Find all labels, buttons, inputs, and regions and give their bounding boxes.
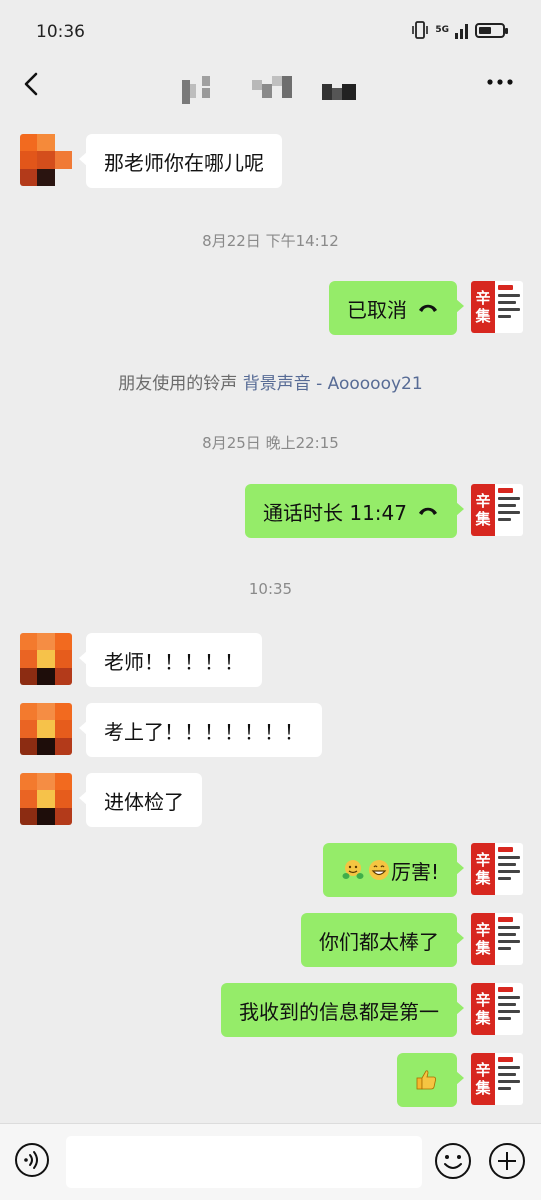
app-logo: 辛 集 bbox=[471, 1053, 495, 1105]
app-logo-lines bbox=[495, 843, 523, 895]
app-logo-lines bbox=[495, 983, 523, 1035]
avatar[interactable] bbox=[20, 773, 72, 825]
my-avatar[interactable]: 辛 集 bbox=[471, 484, 523, 536]
thumbs-up-icon bbox=[416, 1070, 436, 1090]
my-avatar[interactable]: 辛 集 bbox=[471, 843, 523, 895]
app-logo-char-1: 辛 bbox=[475, 289, 491, 307]
status-icons: 5G bbox=[411, 20, 508, 40]
chat-title-redacted bbox=[182, 76, 356, 104]
app-logo-char-1: 辛 bbox=[475, 851, 491, 869]
app-logo-char-1: 辛 bbox=[475, 1061, 491, 1079]
app-logo: 辛 集 bbox=[471, 484, 495, 536]
voice-input-icon[interactable] bbox=[14, 1142, 50, 1178]
app-logo-char-2: 集 bbox=[475, 1009, 491, 1027]
hugging-emoji-icon bbox=[342, 860, 364, 879]
my-avatar[interactable]: 辛 集 bbox=[471, 1053, 523, 1105]
timestamp: 10:35 bbox=[248, 580, 293, 598]
app-logo-char-2: 集 bbox=[475, 939, 491, 957]
message-bubble[interactable]: 那老师你在哪儿呢 bbox=[79, 134, 282, 188]
message-text: 厉害! bbox=[390, 859, 439, 884]
input-bar bbox=[0, 1123, 541, 1200]
app-logo-lines bbox=[495, 281, 523, 333]
app-logo: 辛 集 bbox=[471, 843, 495, 895]
message-bubble[interactable]: 进体检了 bbox=[79, 773, 202, 827]
app-logo: 辛 集 bbox=[471, 983, 495, 1035]
message-bubble[interactable]: 老师！！！！！ bbox=[79, 633, 262, 687]
avatar[interactable] bbox=[20, 633, 72, 685]
app-logo-char-2: 集 bbox=[475, 869, 491, 887]
status-bar: 10:36 5G bbox=[0, 0, 541, 62]
app-logo-lines bbox=[495, 913, 523, 965]
message-bubble[interactable]: 厉害! bbox=[322, 843, 465, 897]
app-logo-char-1: 辛 bbox=[475, 991, 491, 1009]
my-avatar[interactable]: 辛 集 bbox=[471, 983, 523, 1035]
call-duration-text: 通话时长 11:47 bbox=[263, 500, 407, 525]
avatar[interactable] bbox=[20, 703, 72, 755]
app-logo-char-2: 集 bbox=[475, 307, 491, 325]
phone-hangup-icon bbox=[419, 304, 437, 312]
system-message: 朋友使用的铃声 背景声音 - Aoooooy21 bbox=[0, 369, 541, 394]
app-logo-lines bbox=[495, 484, 523, 536]
status-time: 10:36 bbox=[36, 22, 85, 42]
app-logo-lines bbox=[495, 1053, 523, 1105]
chat-header bbox=[0, 62, 541, 112]
network-label: 5G bbox=[435, 24, 449, 35]
message-bubble[interactable]: 我收到的信息都是第一 bbox=[221, 983, 464, 1037]
my-avatar[interactable]: 辛 集 bbox=[471, 281, 523, 333]
message-bubble[interactable]: 你们都太棒了 bbox=[301, 913, 464, 967]
battery-fill bbox=[479, 26, 492, 34]
emoji-icon[interactable] bbox=[434, 1142, 472, 1180]
call-record-bubble[interactable]: 已取消 bbox=[329, 281, 464, 335]
plus-icon[interactable] bbox=[488, 1142, 526, 1180]
timestamp: 8月22日 下午14:12 bbox=[202, 232, 339, 250]
message-bubble[interactable]: 考上了！！！！！！！ bbox=[79, 703, 322, 757]
message-input[interactable] bbox=[66, 1136, 422, 1188]
app-logo-char-2: 集 bbox=[475, 510, 491, 528]
chevron-left-icon[interactable] bbox=[18, 68, 48, 100]
app-logo: 辛 集 bbox=[471, 913, 495, 965]
vibrate-icon bbox=[412, 21, 429, 39]
call-status-text: 已取消 bbox=[347, 297, 407, 322]
call-record-bubble[interactable]: 通话时长 11:47 bbox=[245, 484, 464, 538]
app-logo-char-1: 辛 bbox=[475, 492, 491, 510]
ringtone-link[interactable]: 背景声音 - Aoooooy21 bbox=[243, 374, 423, 394]
more-dots-icon[interactable] bbox=[485, 74, 515, 90]
avatar[interactable] bbox=[20, 134, 72, 186]
phone-hangup-icon bbox=[419, 507, 437, 515]
battery-icon bbox=[475, 22, 508, 38]
system-prefix: 朋友使用的铃声 bbox=[118, 374, 238, 394]
grinning-emoji-icon bbox=[368, 860, 389, 880]
app-logo: 辛 集 bbox=[471, 281, 495, 333]
app-logo-char-2: 集 bbox=[475, 1079, 491, 1097]
signal-icon bbox=[455, 24, 468, 39]
message-bubble[interactable] bbox=[397, 1053, 464, 1107]
my-avatar[interactable]: 辛 集 bbox=[471, 913, 523, 965]
app-logo-char-1: 辛 bbox=[475, 921, 491, 939]
timestamp: 8月25日 晚上22:15 bbox=[202, 434, 339, 452]
